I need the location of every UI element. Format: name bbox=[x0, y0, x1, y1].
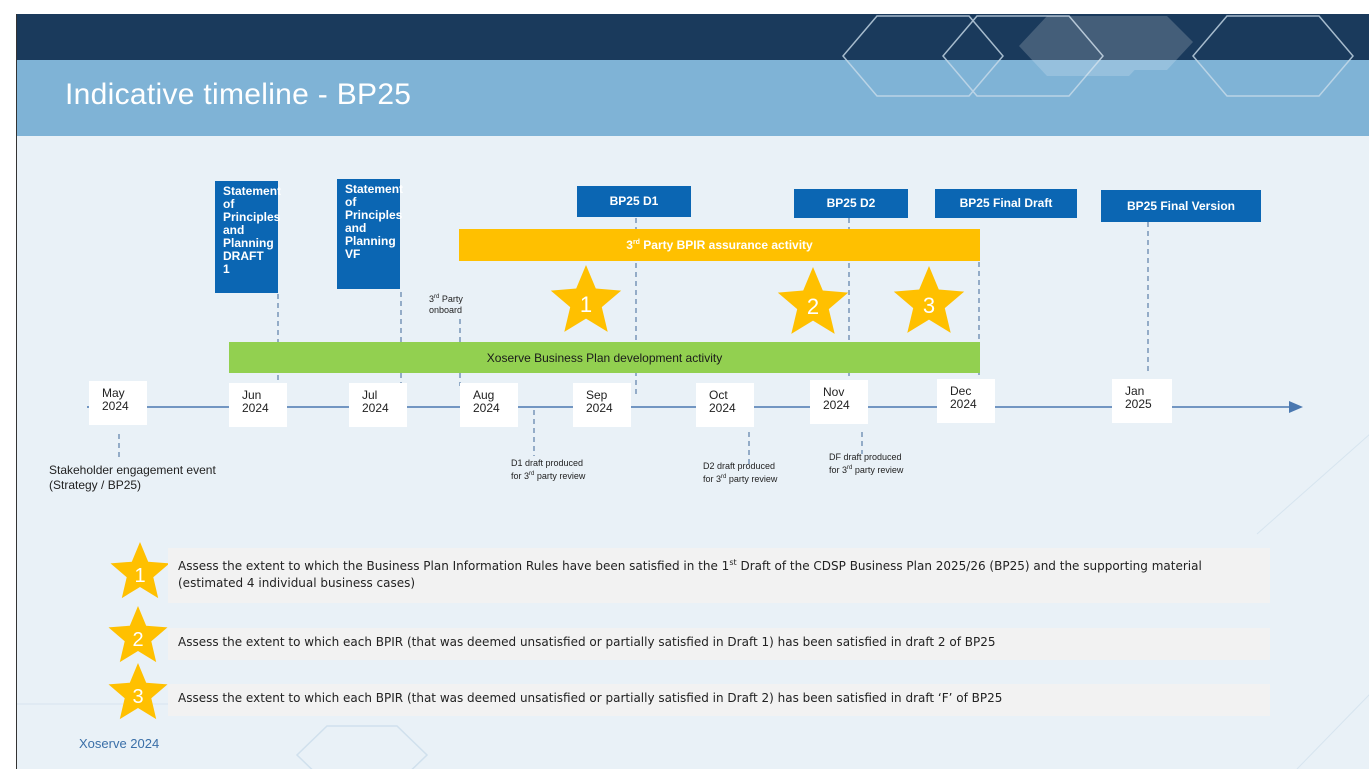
legend-row-3: Assess the extent to which each BPIR (th… bbox=[168, 684, 1270, 716]
legend-row-1: Assess the extent to which the Business … bbox=[168, 548, 1270, 603]
legend-row-2: Assess the extent to which each BPIR (th… bbox=[168, 628, 1270, 660]
milestone-bp25-d1: BP25 D1 bbox=[577, 186, 691, 217]
month-year: 2025 bbox=[1125, 397, 1152, 411]
month-year: 2024 bbox=[586, 401, 613, 415]
legend-star-2-number: 2 bbox=[132, 629, 143, 651]
legend-text-3: Assess the extent to which each BPIR (th… bbox=[178, 691, 1003, 705]
development-activity-bar: Xoserve Business Plan development activi… bbox=[229, 342, 980, 373]
month-sep-2024: Sep 2024 bbox=[573, 383, 631, 427]
timeline-star-3-number: 3 bbox=[923, 293, 935, 318]
month-nov-2024: Nov 2024 bbox=[810, 380, 868, 424]
timeline-star-2-number: 2 bbox=[807, 294, 819, 319]
month-jul-2024: Jul 2024 bbox=[349, 383, 407, 427]
legend-star-1-number: 1 bbox=[134, 565, 145, 587]
note-d2-draft: D2 draft produced for 3rd party review bbox=[703, 461, 778, 484]
milestone-bp25-d2: BP25 D2 bbox=[794, 189, 908, 218]
milestone-sop-vf-label: Statement of Principles and Planning VF bbox=[345, 182, 404, 261]
milestone-sop-draft-1-label: Statement of Principles and Planning DRA… bbox=[223, 184, 282, 276]
month-dec-2024: Dec 2024 bbox=[937, 379, 995, 423]
month-may-2024: May 2024 bbox=[89, 381, 147, 425]
milestone-bp25-d2-label: BP25 D2 bbox=[826, 196, 876, 210]
legend-star-3-number: 3 bbox=[132, 686, 143, 708]
milestone-sop-vf: Statement of Principles and Planning VF bbox=[337, 179, 404, 289]
note-third-party-onboard: 3rd Party onboard bbox=[429, 294, 463, 315]
month-jun-2024: Jun 2024 bbox=[229, 383, 287, 427]
note-d1-draft: D1 draft produced for 3rd party review bbox=[511, 458, 586, 481]
month-year: 2024 bbox=[242, 401, 269, 415]
milestone-bp25-d1-label: BP25 D1 bbox=[609, 194, 659, 208]
milestone-bp25-final-version: BP25 Final Version bbox=[1101, 190, 1261, 222]
month-year: 2024 bbox=[950, 397, 977, 411]
milestone-sop-draft-1: Statement of Principles and Planning DRA… bbox=[215, 181, 282, 293]
month-jan-2025: Jan 2025 bbox=[1112, 379, 1172, 423]
milestone-bp25-final-draft-label: BP25 Final Draft bbox=[959, 196, 1053, 210]
month-oct-2024: Oct 2024 bbox=[696, 383, 754, 427]
month-year: 2024 bbox=[709, 401, 736, 415]
milestone-bp25-final-version-label: BP25 Final Version bbox=[1126, 198, 1236, 213]
month-year: 2024 bbox=[823, 398, 850, 412]
legend-text-1: Assess the extent to which the Business … bbox=[178, 558, 1202, 590]
month-year: 2024 bbox=[362, 401, 389, 415]
month-year: 2024 bbox=[473, 401, 500, 415]
note-stakeholder-text: Stakeholder engagement event (Strategy /… bbox=[49, 463, 216, 492]
footer-copyright: Xoserve 2024 bbox=[79, 736, 160, 751]
legend-text-2: Assess the extent to which each BPIR (th… bbox=[178, 635, 996, 649]
slide: Indicative timeline - BP25 123 123 State… bbox=[16, 14, 1369, 769]
development-activity-label: Xoserve Business Plan development activi… bbox=[486, 350, 723, 365]
month-aug-2024: Aug 2024 bbox=[460, 383, 518, 427]
timeline-arrowhead bbox=[1289, 401, 1303, 413]
month-year: 2024 bbox=[102, 399, 129, 413]
note-stakeholder-event: Stakeholder engagement event (Strategy /… bbox=[49, 463, 239, 493]
assurance-activity-bar: 3rd Party BPIR assurance activity bbox=[459, 229, 980, 261]
milestone-bp25-final-draft: BP25 Final Draft bbox=[935, 189, 1077, 218]
note-df-draft: DF draft produced for 3rd party review bbox=[829, 452, 904, 475]
assurance-activity-label: 3rd Party BPIR assurance activity bbox=[626, 238, 813, 252]
timeline-star-1-number: 1 bbox=[580, 292, 592, 317]
